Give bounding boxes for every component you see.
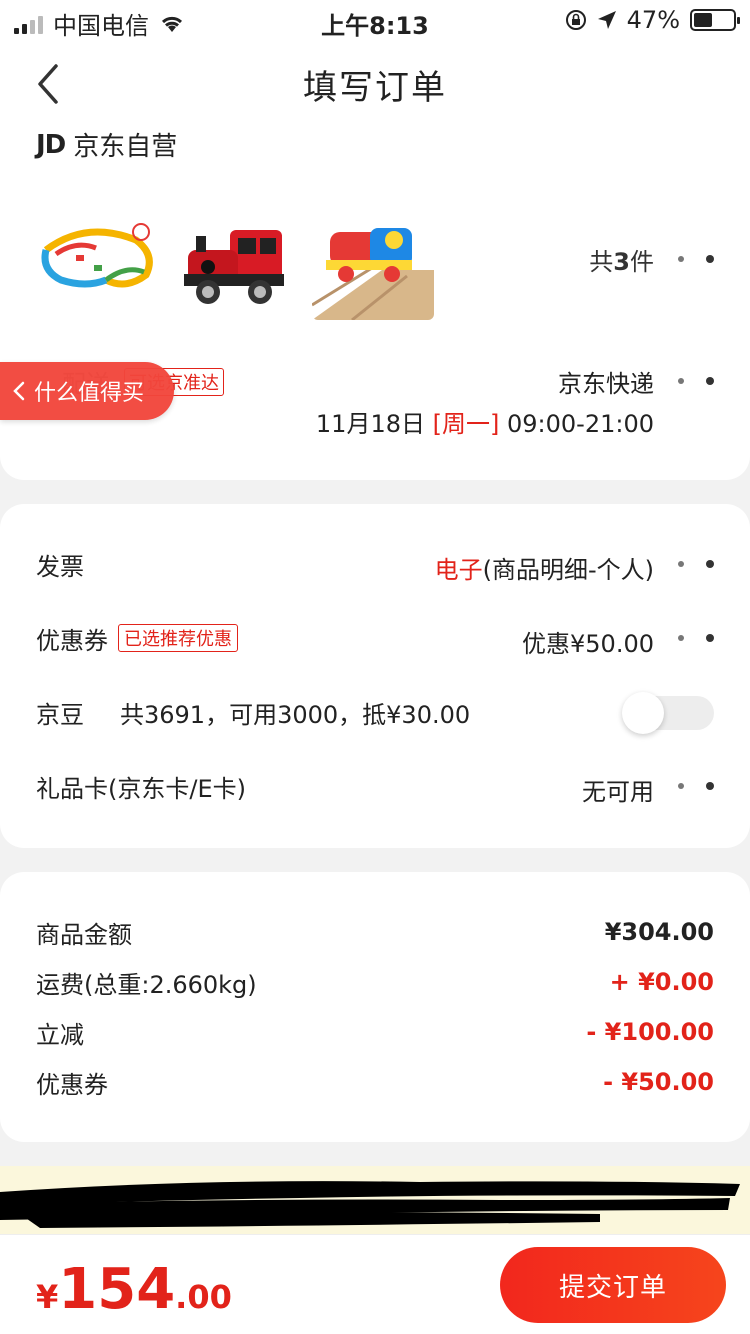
more-dots-icon[interactable] bbox=[678, 252, 714, 266]
item-count[interactable]: 共3件 bbox=[589, 242, 654, 277]
status-bar: 中国电信 上午8:13 47% bbox=[0, 0, 750, 40]
jd-logo: JD bbox=[36, 129, 66, 160]
product-thumbnails[interactable] bbox=[36, 210, 434, 320]
invoice-row[interactable]: 发票 电子(商品明细-个人) bbox=[36, 544, 714, 584]
summary-row: 运费(总重:2.660kg) + ¥0.00 bbox=[36, 964, 714, 1000]
coupon-label: 优惠券 bbox=[36, 626, 108, 655]
page-title: 填写订单 bbox=[303, 68, 447, 108]
battery-icon bbox=[690, 9, 740, 31]
beans-row: 京豆 共3691，可用3000，抵¥30.00 bbox=[36, 692, 714, 734]
summary-label: 运费(总重:2.660kg) bbox=[36, 970, 257, 999]
summary-label: 优惠券 bbox=[36, 1070, 108, 1099]
shop-header: JD 京东自营 bbox=[36, 126, 177, 163]
summary-value: - ¥50.00 bbox=[603, 1068, 714, 1096]
more-dots-icon[interactable] bbox=[678, 374, 714, 388]
beans-toggle[interactable] bbox=[622, 692, 714, 734]
giftcard-row[interactable]: 礼品卡(京东卡/E卡) 无可用 bbox=[36, 766, 714, 806]
summary-value: ¥304.00 bbox=[604, 918, 714, 946]
order-total: ¥ 154 .00 bbox=[36, 1257, 232, 1322]
giftcard-value: 无可用 bbox=[582, 778, 654, 806]
rotation-lock-icon bbox=[565, 10, 586, 30]
more-dots-icon[interactable] bbox=[678, 631, 714, 645]
notice-bar bbox=[0, 1166, 750, 1234]
summary-label: 立减 bbox=[36, 1020, 84, 1049]
chevron-left-icon bbox=[13, 381, 25, 401]
product-image-track-set[interactable] bbox=[36, 210, 158, 320]
shop-name: 京东自营 bbox=[73, 132, 178, 162]
summary-value: - ¥100.00 bbox=[586, 1018, 714, 1046]
payment-options-card: 发票 电子(商品明细-个人) 优惠券 已选推荐优惠 优惠¥50.00 京豆 共3… bbox=[0, 504, 750, 848]
summary-row: 优惠券 - ¥50.00 bbox=[36, 1064, 714, 1100]
summary-row: 商品金额 ¥304.00 bbox=[36, 914, 714, 950]
summary-label: 商品金额 bbox=[36, 920, 132, 949]
price-summary-card: 商品金额 ¥304.00 运费(总重:2.660kg) + ¥0.00 立减 - ¥100… bbox=[0, 872, 750, 1142]
order-items-card: JD 京东自营 共3件 可选京准达 京东快递 11月18日 [周一] 09:00… bbox=[0, 110, 750, 480]
battery-percent: 47% bbox=[626, 6, 680, 34]
coupon-tag: 已选推荐优惠 bbox=[118, 624, 238, 652]
checkout-bar: ¥ 154 .00 提交订单 bbox=[0, 1234, 750, 1334]
delivery-carrier[interactable]: 京东快递 bbox=[558, 364, 654, 399]
redaction-scribble bbox=[0, 1181, 740, 1228]
invoice-value: 电子(商品明细-个人) bbox=[434, 556, 654, 584]
product-image-battery-train[interactable] bbox=[312, 210, 434, 320]
summary-value: + ¥0.00 bbox=[609, 968, 714, 996]
beans-detail: 共3691，可用3000，抵¥30.00 bbox=[120, 700, 471, 729]
beans-label: 京豆 bbox=[36, 700, 84, 729]
invoice-label: 发票 bbox=[36, 552, 84, 581]
toggle-knob bbox=[622, 692, 664, 734]
summary-row: 立减 - ¥100.00 bbox=[36, 1014, 714, 1050]
delivery-time[interactable]: 11月18日 [周一] 09:00-21:00 bbox=[316, 404, 654, 439]
more-dots-icon[interactable] bbox=[678, 557, 714, 571]
submit-order-button[interactable]: 提交订单 bbox=[500, 1247, 726, 1323]
smzdm-float-tab[interactable]: 什么值得买 bbox=[0, 362, 174, 420]
giftcard-label: 礼品卡(京东卡/E卡) bbox=[36, 774, 246, 803]
more-dots-icon[interactable] bbox=[678, 779, 714, 793]
location-arrow-icon bbox=[597, 11, 616, 29]
coupon-value: 优惠¥50.00 bbox=[522, 630, 654, 658]
float-tab-label: 什么值得买 bbox=[34, 381, 145, 406]
coupon-row[interactable]: 优惠券 已选推荐优惠 优惠¥50.00 bbox=[36, 618, 714, 658]
product-image-red-train[interactable] bbox=[174, 210, 296, 320]
